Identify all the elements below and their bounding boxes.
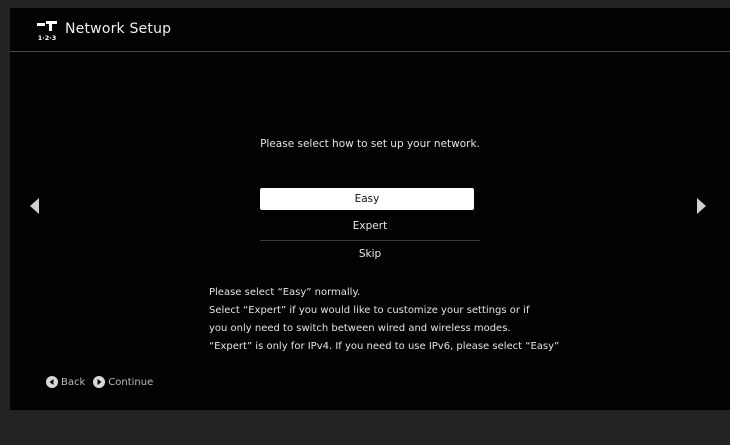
back-label: Back bbox=[61, 376, 86, 388]
setup-prompt: Please select how to set up your network… bbox=[260, 138, 480, 150]
help-text: Please select “Easy” normally. Select “E… bbox=[209, 284, 569, 356]
setup-options-list: Easy Expert Skip bbox=[260, 188, 480, 268]
continue-button[interactable]: Continue bbox=[93, 376, 153, 388]
circle-right-arrow-icon bbox=[93, 376, 106, 388]
option-skip[interactable]: Skip bbox=[260, 241, 480, 268]
help-line: Please select “Easy” normally. bbox=[209, 287, 361, 298]
help-line: you only need to switch between wired an… bbox=[209, 323, 511, 334]
option-easy[interactable]: Easy bbox=[260, 188, 474, 210]
left-arrow-icon[interactable] bbox=[30, 198, 39, 214]
right-arrow-icon[interactable] bbox=[697, 198, 706, 214]
network-setup-screen: 1·2·3 Network Setup Please select how to… bbox=[10, 8, 730, 410]
back-button[interactable]: Back bbox=[46, 376, 85, 388]
help-line: “Expert” is only for IPv4. If you need t… bbox=[209, 341, 560, 352]
page-title: Network Setup bbox=[65, 21, 172, 37]
option-expert[interactable]: Expert bbox=[260, 213, 480, 241]
footer-controls: Back Continue bbox=[46, 376, 161, 388]
header-bar: 1·2·3 Network Setup bbox=[10, 8, 730, 52]
circle-left-arrow-icon bbox=[46, 376, 58, 388]
continue-label: Continue bbox=[108, 376, 154, 388]
network-setup-icon: 1·2·3 bbox=[37, 21, 57, 42]
help-line: Select “Expert” if you would like to cus… bbox=[209, 305, 530, 316]
network-setup-icon-text: 1·2·3 bbox=[38, 34, 57, 42]
